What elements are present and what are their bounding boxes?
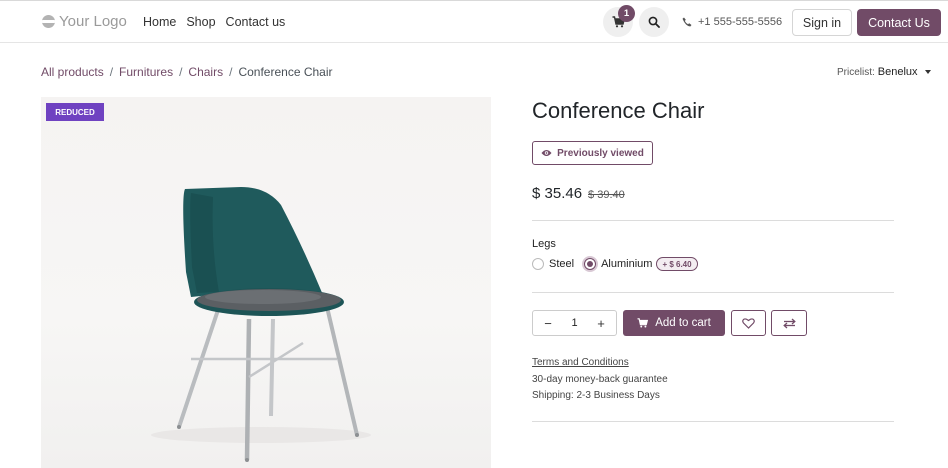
sign-in-button[interactable]: Sign in: [792, 9, 852, 36]
previously-viewed-badge: Previously viewed: [532, 141, 653, 165]
reduced-ribbon: REDUCED: [46, 103, 104, 121]
nav-contact-us[interactable]: Contact us: [226, 15, 286, 29]
logo-mark-icon: [42, 15, 55, 28]
phone-number: +1 555-555-5556: [698, 16, 783, 28]
divider: [532, 292, 894, 293]
radio-steel[interactable]: [532, 258, 544, 270]
radio-aluminium[interactable]: [584, 258, 597, 270]
quantity-value[interactable]: 1: [571, 317, 577, 329]
pricelist-label: Pricelist:: [837, 66, 875, 78]
product-price: $ 35.46 $ 39.40: [532, 185, 625, 202]
breadcrumb-chairs[interactable]: Chairs: [188, 65, 223, 79]
breadcrumb-current: Conference Chair: [238, 65, 333, 79]
breadcrumb-all-products[interactable]: All products: [41, 65, 104, 79]
breadcrumb-separator: /: [109, 65, 114, 79]
terms-link[interactable]: Terms and Conditions: [532, 357, 629, 368]
nav-shop[interactable]: Shop: [186, 15, 215, 29]
cart-count-badge: 1: [618, 5, 635, 22]
breadcrumb-furnitures[interactable]: Furnitures: [119, 65, 173, 79]
previously-viewed-label: Previously viewed: [557, 147, 644, 159]
wishlist-button[interactable]: [731, 310, 766, 336]
guarantee-text: 30-day money-back guarantee: [532, 374, 668, 385]
price-extra-badge: + $ 6.40: [656, 257, 698, 271]
main-nav: Home Shop Contact us: [143, 15, 285, 29]
shipping-text: Shipping: 2-3 Business Days: [532, 390, 660, 401]
contact-us-button[interactable]: Contact Us: [857, 9, 941, 36]
plus-icon[interactable]: +: [594, 316, 608, 331]
option-aluminium[interactable]: Aluminium + $ 6.40: [584, 257, 698, 271]
legs-options: Steel Aluminium + $ 6.40: [532, 257, 708, 271]
exchange-icon: [782, 318, 796, 328]
search-button[interactable]: [639, 7, 669, 37]
old-price: $ 39.40: [588, 189, 625, 201]
site-header: Your Logo Home Shop Contact us 1 +1 555-…: [0, 0, 948, 43]
breadcrumb-separator: /: [179, 65, 183, 79]
option-steel[interactable]: Steel: [532, 258, 574, 270]
search-icon: [648, 16, 660, 28]
heart-icon: [742, 317, 755, 329]
nav-home[interactable]: Home: [143, 15, 176, 29]
breadcrumb: All products / Furnitures / Chairs / Con…: [41, 65, 333, 79]
phone-link[interactable]: +1 555-555-5556: [682, 16, 782, 28]
cart-icon: [637, 318, 649, 328]
divider: [532, 220, 894, 221]
breadcrumb-separator: /: [229, 65, 233, 79]
add-to-cart-button[interactable]: Add to cart: [623, 310, 725, 336]
chevron-down-icon: [924, 70, 931, 74]
product-image[interactable]: [41, 97, 491, 468]
phone-icon: [682, 17, 692, 27]
current-price: $ 35.46: [532, 185, 583, 202]
chair-image: [151, 187, 371, 462]
quantity-stepper[interactable]: − 1 +: [532, 310, 617, 336]
attribute-label-legs: Legs: [532, 238, 556, 250]
eye-icon: [541, 150, 552, 156]
logo[interactable]: Your Logo: [42, 13, 127, 30]
minus-icon[interactable]: −: [541, 316, 555, 331]
option-aluminium-label: Aluminium: [601, 258, 653, 270]
logo-text: Your Logo: [59, 13, 127, 30]
product-title: Conference Chair: [532, 98, 705, 123]
pricelist-value: Benelux: [877, 66, 918, 78]
pricelist-dropdown[interactable]: Pricelist: Benelux: [837, 66, 931, 78]
compare-button[interactable]: [771, 310, 807, 336]
option-steel-label: Steel: [549, 258, 575, 270]
divider: [532, 421, 894, 422]
add-to-cart-label: Add to cart: [655, 317, 711, 329]
